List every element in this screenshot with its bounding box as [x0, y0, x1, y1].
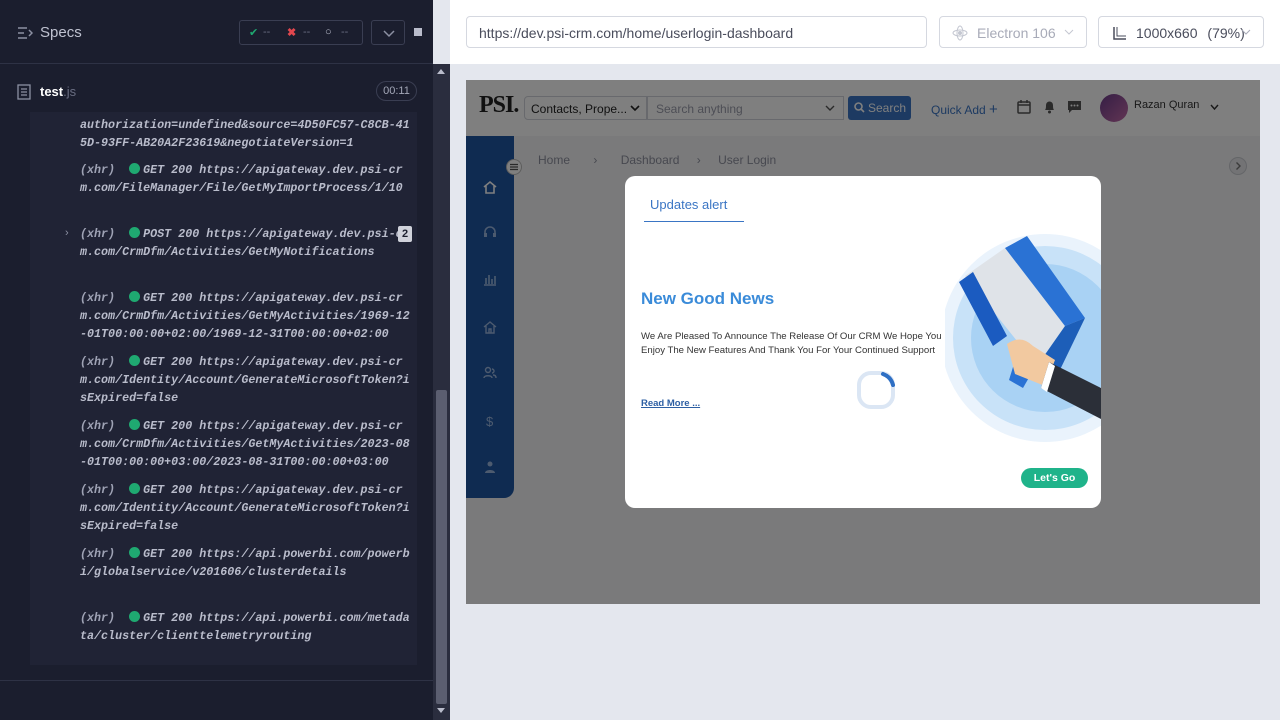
log-type: (xhr) [80, 419, 116, 433]
updates-alert-modal: Updates alert New Good News We Are Pleas… [625, 176, 1101, 508]
pending-icon: ○ [325, 26, 332, 38]
status-dot-icon [129, 291, 141, 302]
chevron-right-icon[interactable]: › [65, 227, 69, 239]
failed-icon: ✖ [287, 27, 297, 39]
url-bar[interactable]: https://dev.psi-crm.com/home/userlogin-d… [466, 16, 927, 48]
log-method: GET 200 [143, 163, 193, 177]
tab-underline [644, 221, 744, 222]
modal-title: New Good News [641, 289, 775, 308]
megaphone-illustration-icon [945, 234, 1101, 442]
viewport-zoom: (79%) [1207, 25, 1245, 41]
log-method: GET 200 [143, 547, 193, 561]
status-dot-icon [129, 163, 141, 174]
loading-spinner-icon [857, 371, 895, 409]
document-icon [17, 84, 31, 100]
request-count-badge: 2 [398, 226, 412, 242]
test-stats: ✔ -- ✖ -- ○ -- [239, 20, 363, 45]
log-type: (xhr) [80, 227, 116, 241]
chevron-down-icon [1064, 29, 1074, 35]
log-scrollbar[interactable] [433, 64, 450, 720]
stop-icon [414, 28, 422, 36]
status-dot-icon [129, 227, 141, 238]
status-dot-icon [129, 611, 141, 622]
read-more-link[interactable]: Read More ... [641, 398, 700, 409]
log-method: GET 200 [143, 291, 193, 305]
runner-panel: Specs ✔ -- ✖ -- ○ -- test.js 00:11 autho… [0, 0, 433, 720]
failed-count: -- [303, 26, 311, 38]
dropdown-button[interactable] [371, 20, 405, 45]
specs-list-icon[interactable] [17, 26, 33, 40]
log-type: (xhr) [80, 163, 116, 177]
log-method: POST 200 [143, 227, 200, 241]
log-method: GET 200 [143, 483, 193, 497]
electron-icon [952, 25, 968, 41]
chevron-down-icon [1241, 29, 1251, 35]
status-dot-icon [129, 355, 141, 366]
passed-icon: ✔ [249, 27, 259, 39]
log-entry[interactable]: (xhr) GET 200 https://api.powerbi.com/me… [80, 609, 415, 645]
status-dot-icon [129, 483, 141, 494]
ruler-icon [1113, 27, 1126, 40]
log-entry[interactable]: (xhr) GET 200 https://apigateway.dev.psi… [80, 481, 415, 536]
scroll-up-icon[interactable] [437, 69, 445, 74]
log-type: (xhr) [80, 355, 116, 369]
status-dot-icon [129, 547, 141, 558]
log-method: GET 200 [143, 611, 193, 625]
browser-name: Electron 106 [977, 25, 1056, 41]
log-entry[interactable]: (xhr) GET 200 https://apigateway.dev.psi… [80, 353, 415, 408]
log-type: (xhr) [80, 291, 116, 305]
divider [0, 680, 433, 681]
specs-title[interactable]: Specs [40, 24, 82, 41]
log-entry[interactable]: (xhr) POST 200 https://apigateway.dev.ps… [80, 225, 415, 261]
pending-count: -- [341, 26, 349, 38]
lets-go-button[interactable]: Let's Go [1021, 468, 1088, 488]
log-entry[interactable]: (xhr) GET 200 https://apigateway.dev.psi… [80, 161, 415, 197]
passed-count: -- [263, 26, 271, 38]
spec-file-row[interactable]: test.js 00:11 [0, 78, 433, 108]
viewport-selector[interactable]: 1000x660 (79%) [1098, 16, 1264, 48]
browser-toolbar: https://dev.psi-crm.com/home/userlogin-d… [450, 0, 1280, 64]
file-extension: .js [63, 84, 77, 99]
scroll-down-icon[interactable] [437, 708, 445, 713]
specs-header: Specs ✔ -- ✖ -- ○ -- [0, 0, 433, 64]
log-entry[interactable]: (xhr) GET 200 https://apigateway.dev.psi… [80, 417, 415, 472]
scroll-thumb[interactable] [436, 390, 447, 704]
log-type: (xhr) [80, 611, 116, 625]
file-basename: test [40, 84, 64, 99]
modal-body: We Are Pleased To Announce The Release O… [641, 331, 942, 356]
log-entry[interactable]: (xhr) GET 200 https://apigateway.dev.psi… [80, 289, 415, 344]
log-continuation: authorization=undefined&source=4D50FC57-… [80, 118, 410, 151]
tab-updates-alert[interactable]: Updates alert [650, 197, 727, 212]
spec-file-name: test.js [40, 84, 76, 99]
command-log: authorization=undefined&source=4D50FC57-… [30, 112, 417, 665]
duration-badge: 00:11 [376, 81, 417, 101]
log-entry[interactable]: (xhr) GET 200 https://api.powerbi.com/po… [80, 545, 415, 581]
viewport-size: 1000x660 [1136, 25, 1198, 41]
stop-button[interactable] [401, 20, 435, 45]
log-method: GET 200 [143, 355, 193, 369]
status-dot-icon [129, 419, 141, 430]
log-type: (xhr) [80, 547, 116, 561]
log-type: (xhr) [80, 483, 116, 497]
log-method: GET 200 [143, 419, 193, 433]
browser-selector[interactable]: Electron 106 [939, 16, 1087, 48]
